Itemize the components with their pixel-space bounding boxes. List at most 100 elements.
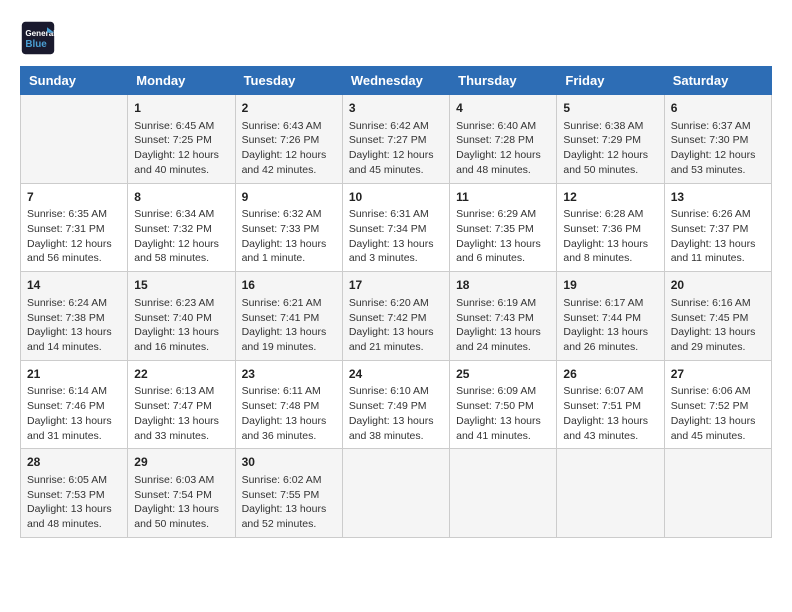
calendar-cell: 7Sunrise: 6:35 AM Sunset: 7:31 PM Daylig… <box>21 183 128 272</box>
calendar-cell: 13Sunrise: 6:26 AM Sunset: 7:37 PM Dayli… <box>664 183 771 272</box>
column-header-sunday: Sunday <box>21 67 128 95</box>
calendar-cell: 25Sunrise: 6:09 AM Sunset: 7:50 PM Dayli… <box>450 360 557 449</box>
day-info: Sunrise: 6:07 AM Sunset: 7:51 PM Dayligh… <box>563 384 657 443</box>
day-number: 20 <box>671 277 765 294</box>
calendar-cell: 12Sunrise: 6:28 AM Sunset: 7:36 PM Dayli… <box>557 183 664 272</box>
column-header-friday: Friday <box>557 67 664 95</box>
calendar-cell: 15 Sunrise: 6:23 AM Sunset: 7:40 PM Dayli… <box>128 272 235 361</box>
calendar-cell: 21Sunrise: 6:14 AM Sunset: 7:46 PM Dayli… <box>21 360 128 449</box>
day-info: Sunrise: 6:32 AM Sunset: 7:33 PM Dayligh… <box>242 207 336 266</box>
calendar-cell <box>21 95 128 184</box>
calendar-cell: 5Sunrise: 6:38 AM Sunset: 7:29 PM Daylig… <box>557 95 664 184</box>
day-number: 11 <box>456 189 550 206</box>
logo: General Blue <box>20 20 60 56</box>
day-number: 7 <box>27 189 121 206</box>
day-number: 25 <box>456 366 550 383</box>
day-info: Sunrise: 6:03 AM Sunset: 7:54 PM Dayligh… <box>134 473 228 532</box>
day-info: Sunrise: 6:26 AM Sunset: 7:37 PM Dayligh… <box>671 207 765 266</box>
day-info: Sunrise: 6:34 AM Sunset: 7:32 PM Dayligh… <box>134 207 228 266</box>
calendar-cell: 3 Sunrise: 6:42 AM Sunset: 7:27 PM Daylig… <box>342 95 449 184</box>
calendar-cell <box>450 449 557 538</box>
day-number: 23 <box>242 366 336 383</box>
day-number: 21 <box>27 366 121 383</box>
day-info: Sunrise: 6:29 AM Sunset: 7:35 PM Dayligh… <box>456 207 550 266</box>
day-info: Sunrise: 6:19 AM Sunset: 7:43 PM Dayligh… <box>456 296 550 355</box>
week-row-4: 21Sunrise: 6:14 AM Sunset: 7:46 PM Dayli… <box>21 360 772 449</box>
day-info: Sunrise: 6:35 AM Sunset: 7:31 PM Dayligh… <box>27 207 121 266</box>
calendar-body: 1Sunrise: 6:45 AM Sunset: 7:25 PM Daylig… <box>21 95 772 538</box>
day-number: 28 <box>27 454 121 471</box>
day-number: 22 <box>134 366 228 383</box>
calendar-cell: 26Sunrise: 6:07 AM Sunset: 7:51 PM Dayli… <box>557 360 664 449</box>
day-number: 9 <box>242 189 336 206</box>
day-number: 26 <box>563 366 657 383</box>
day-number: 17 <box>349 277 443 294</box>
calendar-cell: 8Sunrise: 6:34 AM Sunset: 7:32 PM Daylig… <box>128 183 235 272</box>
calendar-cell: 9Sunrise: 6:32 AM Sunset: 7:33 PM Daylig… <box>235 183 342 272</box>
day-info: Sunrise: 6:05 AM Sunset: 7:53 PM Dayligh… <box>27 473 121 532</box>
calendar-cell: 1Sunrise: 6:45 AM Sunset: 7:25 PM Daylig… <box>128 95 235 184</box>
day-info: Sunrise: 6:14 AM Sunset: 7:46 PM Dayligh… <box>27 384 121 443</box>
day-info: Sunrise: 6:23 AM Sunset: 7:40 PM Dayligh… <box>134 296 228 355</box>
calendar-cell: 11Sunrise: 6:29 AM Sunset: 7:35 PM Dayli… <box>450 183 557 272</box>
day-number: 6 <box>671 100 765 117</box>
calendar-cell: 2 Sunrise: 6:43 AM Sunset: 7:26 PM Daylig… <box>235 95 342 184</box>
calendar-cell: 19Sunrise: 6:17 AM Sunset: 7:44 PM Dayli… <box>557 272 664 361</box>
calendar-cell: 20 Sunrise: 6:16 AM Sunset: 7:45 PM Dayli… <box>664 272 771 361</box>
calendar-cell: 18 Sunrise: 6:19 AM Sunset: 7:43 PM Dayli… <box>450 272 557 361</box>
header-row: SundayMondayTuesdayWednesdayThursdayFrid… <box>21 67 772 95</box>
day-info: Sunrise: 6:02 AM Sunset: 7:55 PM Dayligh… <box>242 473 336 532</box>
day-info: Sunrise: 6:37 AM Sunset: 7:30 PM Dayligh… <box>671 119 765 178</box>
logo-icon: General Blue <box>20 20 56 56</box>
day-number: 16 <box>242 277 336 294</box>
svg-text:Blue: Blue <box>25 39 47 50</box>
calendar-cell: 30Sunrise: 6:02 AM Sunset: 7:55 PM Dayli… <box>235 449 342 538</box>
column-header-tuesday: Tuesday <box>235 67 342 95</box>
day-info: Sunrise: 6:42 AM Sunset: 7:27 PM Dayligh… <box>349 119 443 178</box>
day-number: 18 <box>456 277 550 294</box>
day-number: 4 <box>456 100 550 117</box>
day-number: 8 <box>134 189 228 206</box>
week-row-1: 1Sunrise: 6:45 AM Sunset: 7:25 PM Daylig… <box>21 95 772 184</box>
day-info: Sunrise: 6:45 AM Sunset: 7:25 PM Dayligh… <box>134 119 228 178</box>
column-header-wednesday: Wednesday <box>342 67 449 95</box>
calendar-cell: 17Sunrise: 6:20 AM Sunset: 7:42 PM Dayli… <box>342 272 449 361</box>
day-number: 5 <box>563 100 657 117</box>
day-number: 3 <box>349 100 443 117</box>
day-number: 2 <box>242 100 336 117</box>
day-number: 13 <box>671 189 765 206</box>
column-header-saturday: Saturday <box>664 67 771 95</box>
calendar-table: SundayMondayTuesdayWednesdayThursdayFrid… <box>20 66 772 538</box>
calendar-cell: 10Sunrise: 6:31 AM Sunset: 7:34 PM Dayli… <box>342 183 449 272</box>
day-number: 19 <box>563 277 657 294</box>
page-header: General Blue <box>20 20 772 56</box>
week-row-5: 28 Sunrise: 6:05 AM Sunset: 7:53 PM Dayli… <box>21 449 772 538</box>
week-row-3: 14 Sunrise: 6:24 AM Sunset: 7:38 PM Dayli… <box>21 272 772 361</box>
day-number: 10 <box>349 189 443 206</box>
calendar-cell: 22Sunrise: 6:13 AM Sunset: 7:47 PM Dayli… <box>128 360 235 449</box>
calendar-cell: 16 Sunrise: 6:21 AM Sunset: 7:41 PM Dayli… <box>235 272 342 361</box>
calendar-cell <box>342 449 449 538</box>
day-info: Sunrise: 6:16 AM Sunset: 7:45 PM Dayligh… <box>671 296 765 355</box>
day-number: 14 <box>27 277 121 294</box>
day-number: 12 <box>563 189 657 206</box>
week-row-2: 7Sunrise: 6:35 AM Sunset: 7:31 PM Daylig… <box>21 183 772 272</box>
day-info: Sunrise: 6:28 AM Sunset: 7:36 PM Dayligh… <box>563 207 657 266</box>
calendar-cell: 28 Sunrise: 6:05 AM Sunset: 7:53 PM Dayli… <box>21 449 128 538</box>
day-info: Sunrise: 6:06 AM Sunset: 7:52 PM Dayligh… <box>671 384 765 443</box>
day-info: Sunrise: 6:10 AM Sunset: 7:49 PM Dayligh… <box>349 384 443 443</box>
day-info: Sunrise: 6:11 AM Sunset: 7:48 PM Dayligh… <box>242 384 336 443</box>
calendar-cell: 4Sunrise: 6:40 AM Sunset: 7:28 PM Daylig… <box>450 95 557 184</box>
day-info: Sunrise: 6:21 AM Sunset: 7:41 PM Dayligh… <box>242 296 336 355</box>
calendar-cell: 23Sunrise: 6:11 AM Sunset: 7:48 PM Dayli… <box>235 360 342 449</box>
calendar-cell <box>557 449 664 538</box>
day-info: Sunrise: 6:31 AM Sunset: 7:34 PM Dayligh… <box>349 207 443 266</box>
day-number: 15 <box>134 277 228 294</box>
calendar-cell <box>664 449 771 538</box>
day-info: Sunrise: 6:43 AM Sunset: 7:26 PM Dayligh… <box>242 119 336 178</box>
calendar-header: SundayMondayTuesdayWednesdayThursdayFrid… <box>21 67 772 95</box>
calendar-cell: 6 Sunrise: 6:37 AM Sunset: 7:30 PM Daylig… <box>664 95 771 184</box>
day-info: Sunrise: 6:24 AM Sunset: 7:38 PM Dayligh… <box>27 296 121 355</box>
day-number: 27 <box>671 366 765 383</box>
calendar-cell: 14 Sunrise: 6:24 AM Sunset: 7:38 PM Dayli… <box>21 272 128 361</box>
